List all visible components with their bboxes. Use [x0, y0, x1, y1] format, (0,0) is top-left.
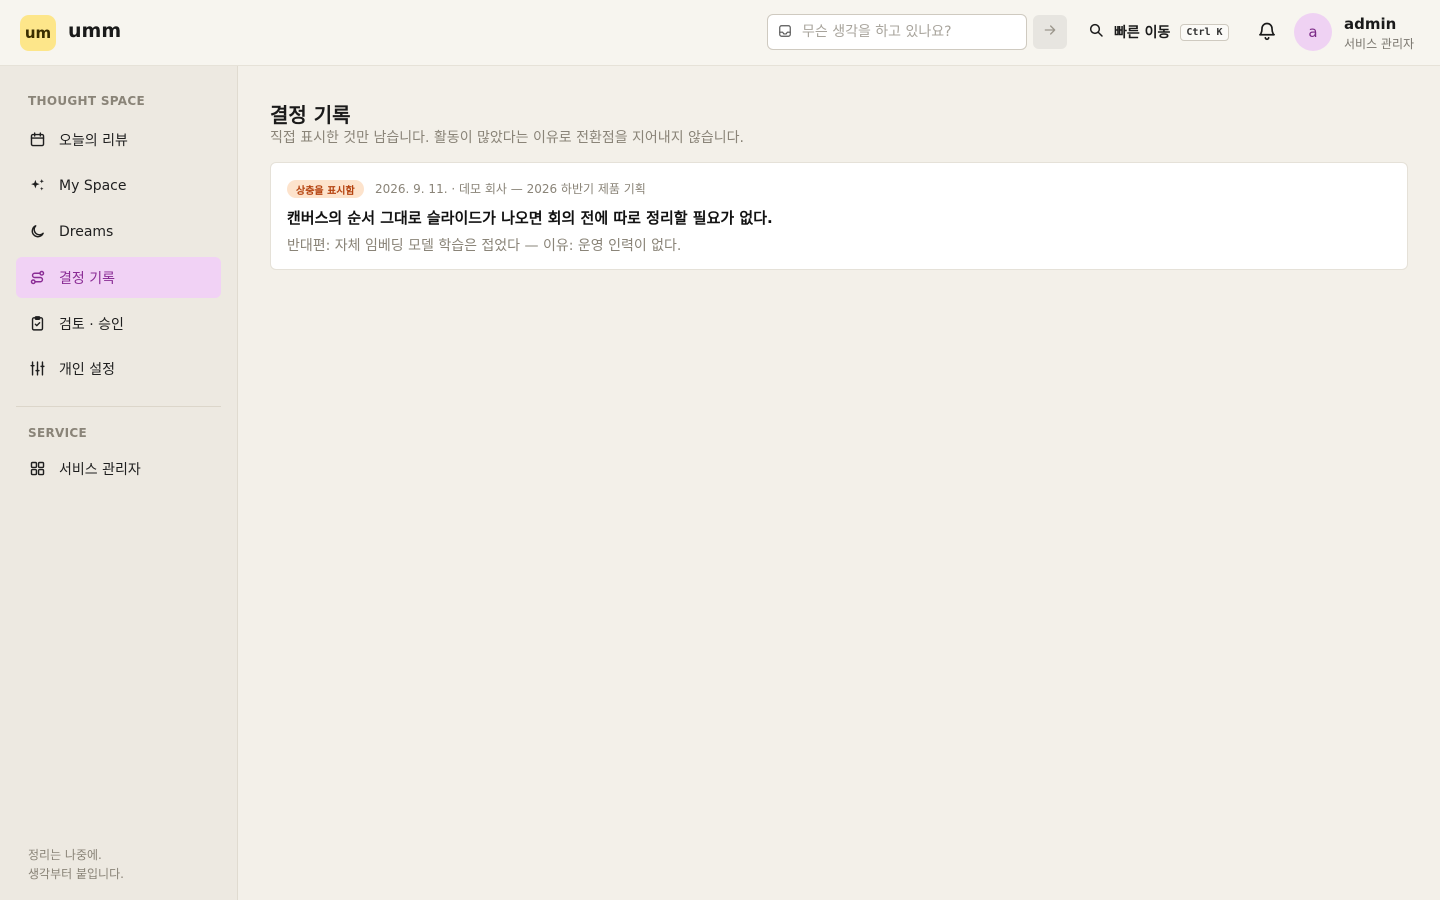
capture-box[interactable] — [767, 14, 1027, 50]
logo-badge[interactable]: um — [20, 15, 56, 51]
user-name[interactable]: admin — [1344, 15, 1396, 33]
route-icon — [28, 269, 46, 287]
sidebar-item-personal-settings[interactable]: 개인 설정 — [16, 348, 221, 389]
section-label-thought-space: THOUGHT SPACE — [28, 94, 145, 108]
quick-jump-button[interactable]: 빠른 이동 Ctrl K — [1088, 18, 1229, 46]
page-title: 결정 기록 — [270, 103, 351, 127]
top-bar: um umm 빠른 이동 Ctrl K a admin 서비스 관리자 — [0, 0, 1440, 66]
decision-meta: 2026. 9. 11. · 데모 회사 — 2026 하반기 제품 기획 — [375, 182, 646, 196]
bell-icon[interactable] — [1256, 20, 1278, 42]
counter-position: 반대편: 자체 임베딩 모델 학습은 접었다 — 이유: 운영 인력이 없다. — [287, 238, 682, 254]
sidebar-item-label: My Space — [59, 177, 127, 194]
sidebar-item-review-approval[interactable]: 검토 · 승인 — [16, 303, 221, 344]
sidebar-item-label: 오늘의 리뷰 — [59, 132, 128, 149]
search-icon — [1088, 22, 1104, 42]
app-name[interactable]: umm — [68, 20, 121, 42]
inbox-icon — [778, 23, 792, 42]
capture-input[interactable] — [802, 24, 1012, 40]
sidebar-item-label: 결정 기록 — [59, 270, 115, 287]
sidebar-divider — [16, 406, 221, 407]
status-badge: 상충을 표시함 — [287, 180, 364, 198]
decision-text: 캔버스의 순서 그대로 슬라이드가 나오면 회의 전에 따로 정리할 필요가 없… — [287, 209, 773, 227]
sidebar-item-decisions[interactable]: 결정 기록 — [16, 257, 221, 298]
sidebar-footer-note: 정리는 나중에. 생각부터 붙입니다. — [28, 846, 124, 884]
sidebar-item-today-review[interactable]: 오늘의 리뷰 — [16, 119, 221, 160]
sparkles-icon — [28, 177, 46, 195]
sidebar-item-my-space[interactable]: My Space — [16, 165, 221, 206]
arrow-right-icon — [1042, 22, 1058, 42]
page-subtitle: 직접 표시한 것만 남습니다. 활동이 많았다는 이유로 전환점을 지어내지 않… — [270, 130, 744, 146]
calendar-icon — [28, 131, 46, 149]
sidebar-item-label: Dreams — [59, 223, 114, 240]
decision-card[interactable]: 상충을 표시함 2026. 9. 11. · 데모 회사 — 2026 하반기 … — [270, 162, 1408, 270]
sidebar-item-service-admin[interactable]: 서비스 관리자 — [16, 448, 221, 489]
grid-icon — [28, 460, 46, 478]
user-role: 서비스 관리자 — [1344, 37, 1415, 51]
section-label-service: SERVICE — [28, 426, 87, 440]
sliders-icon — [28, 360, 46, 378]
capture-submit-button[interactable] — [1033, 15, 1067, 49]
sidebar-item-label: 개인 설정 — [59, 361, 115, 378]
quick-jump-label: 빠른 이동 — [1114, 25, 1171, 41]
sidebar: THOUGHT SPACE 오늘의 리뷰 My Space Dreams 결정 … — [0, 66, 238, 900]
footer-line: 생각부터 붙입니다. — [28, 867, 124, 881]
clipboard-check-icon — [28, 315, 46, 333]
sidebar-item-label: 서비스 관리자 — [59, 461, 141, 478]
moon-icon — [28, 223, 46, 241]
sidebar-item-dreams[interactable]: Dreams — [16, 211, 221, 252]
footer-line: 정리는 나중에. — [28, 848, 102, 862]
avatar[interactable]: a — [1294, 13, 1332, 51]
shortcut-hint: Ctrl K — [1180, 23, 1229, 41]
sidebar-item-label: 검토 · 승인 — [59, 316, 124, 333]
